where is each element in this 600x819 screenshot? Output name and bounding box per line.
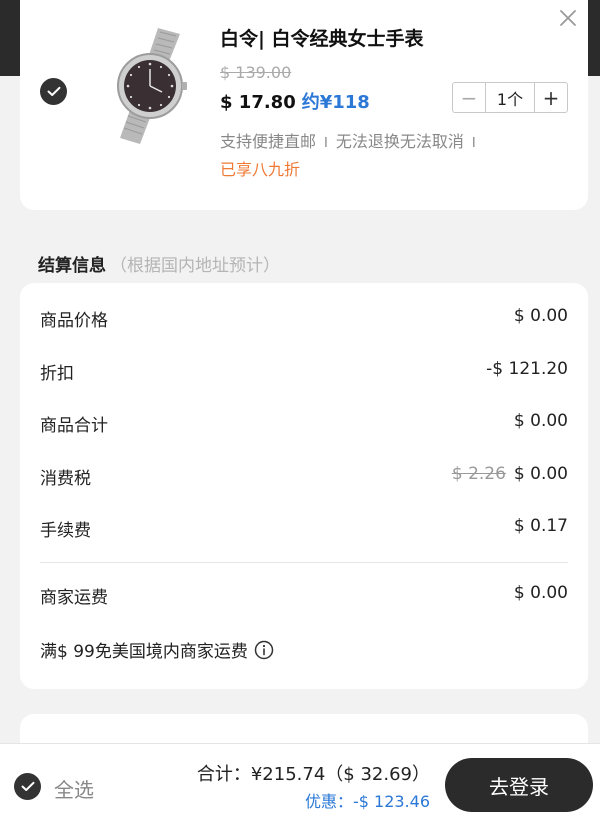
summary-row-fee: 手续费 $ 0.17 bbox=[40, 516, 568, 541]
summary-value-group: $ 2.26 $ 0.00 bbox=[452, 464, 568, 484]
product-tags: 支持便捷直邮 I 无法退换无法取消 I bbox=[220, 128, 484, 152]
summary-row-shipping: 商家运费 $ 0.00 bbox=[40, 583, 568, 608]
free-shipping-text: 满$ 99免美国境内商家运费 bbox=[40, 642, 248, 662]
summary-value: $ 0.00 bbox=[513, 464, 568, 484]
summary-label: 商家运费 bbox=[40, 588, 108, 608]
quantity-value[interactable]: 1个 bbox=[485, 83, 535, 112]
summary-row-item-price: 商品价格 $ 0.00 bbox=[40, 306, 568, 331]
summary-label: 手续费 bbox=[40, 521, 91, 541]
summary-label: 商品合计 bbox=[40, 416, 108, 436]
checkout-bar: 全选 合计：¥215.74（$ 32.69） 优惠：-$ 123.46 去登录 bbox=[0, 743, 600, 819]
summary-label: 商品价格 bbox=[40, 311, 108, 331]
settlement-heading: 结算信息 （根据国内地址预计） bbox=[38, 251, 280, 276]
info-icon[interactable] bbox=[254, 640, 274, 660]
summary-row-subtotal: 商品合计 $ 0.00 bbox=[40, 411, 568, 436]
summary-value: $ 0.00 bbox=[513, 306, 568, 326]
product-tag: 无法退换无法取消 bbox=[335, 132, 464, 151]
summary-label: 折扣 bbox=[40, 364, 74, 384]
product-approx-price: 约¥118 bbox=[301, 92, 370, 113]
check-icon bbox=[47, 86, 60, 96]
summary-label: 消费税 bbox=[40, 469, 91, 489]
product-watch-image[interactable] bbox=[100, 22, 204, 146]
summary-row-tax: 消费税 $ 2.26 $ 0.00 bbox=[40, 464, 568, 489]
settlement-subtitle: （根据国内地址预计） bbox=[110, 256, 280, 276]
order-total: 合计：¥215.74（$ 32.69） bbox=[196, 764, 430, 785]
tag-separator: I bbox=[471, 136, 476, 151]
summary-value: $ 0.17 bbox=[513, 516, 568, 536]
summary-divider bbox=[40, 562, 568, 563]
quantity-increase-button[interactable]: + bbox=[535, 83, 567, 112]
order-saving[interactable]: 优惠：-$ 123.46 bbox=[305, 788, 430, 812]
check-icon bbox=[21, 781, 34, 791]
select-all-label[interactable]: 全选 bbox=[54, 774, 94, 803]
select-all-checkbox[interactable] bbox=[14, 773, 41, 800]
close-icon[interactable] bbox=[558, 8, 578, 28]
summary-value: -$ 121.20 bbox=[486, 359, 568, 379]
login-button[interactable]: 去登录 bbox=[445, 758, 593, 812]
product-title[interactable]: 白令| 白令经典女士手表 bbox=[220, 24, 424, 51]
product-price: $ 17.80 bbox=[220, 92, 296, 113]
product-original-price: $ 139.00 bbox=[220, 63, 292, 82]
discount-badge: 已享八九折 bbox=[220, 160, 301, 179]
settlement-card: 商品价格 $ 0.00 折扣 -$ 121.20 商品合计 $ 0.00 消费税… bbox=[20, 283, 588, 689]
summary-struck-value: $ 2.26 bbox=[451, 464, 506, 484]
product-tag: 支持便捷直邮 bbox=[220, 132, 317, 151]
product-card: 白令| 白令经典女士手表 $ 139.00 $ 17.80 约¥118 − 1个 … bbox=[20, 0, 588, 210]
quantity-decrease-button[interactable]: − bbox=[453, 83, 485, 112]
product-select-checkbox[interactable] bbox=[40, 78, 67, 105]
tag-separator: I bbox=[324, 136, 328, 151]
settlement-title: 结算信息 bbox=[38, 256, 106, 276]
summary-row-discount: 折扣 -$ 121.20 bbox=[40, 359, 568, 384]
free-shipping-note: 满$ 99免美国境内商家运费 bbox=[40, 637, 274, 662]
summary-value: $ 0.00 bbox=[513, 583, 568, 603]
product-price-line: $ 17.80 约¥118 bbox=[220, 88, 370, 114]
summary-value: $ 0.00 bbox=[513, 411, 568, 431]
quantity-stepper: − 1个 + bbox=[452, 82, 568, 113]
